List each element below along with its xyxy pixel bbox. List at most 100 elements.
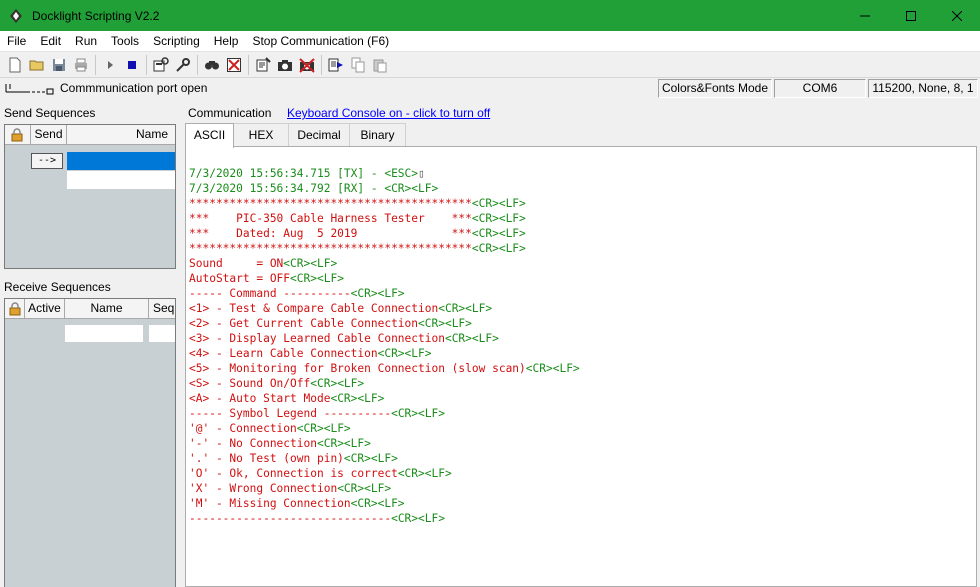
communication-console[interactable]: 7/3/2020 15:56:34.715 [TX] - <ESC>▯ 7/3/2… [185,146,977,587]
menu-file[interactable]: File [0,31,33,51]
edit-script-button[interactable] [252,54,274,76]
tab-binary[interactable]: Binary [349,123,406,147]
console-line: <S> - Sound On/Off<CR><LF> [189,376,976,391]
lock-icon [11,128,23,142]
console-text-segment: 'X' - Wrong Connection [189,482,338,495]
console-text-segment: <CR><LF> [397,467,452,480]
run-script-button[interactable] [325,54,347,76]
port-status-bar: Commmunication port open Colors&Fonts Mo… [0,77,980,98]
console-text-segment: '-' - No Connection [189,437,317,450]
console-text-segment: 7/3/2020 15:56:34.792 [RX] - <CR><LF> [189,182,439,195]
console-line: AutoStart = OFF<CR><LF> [189,271,976,286]
copy-icon [351,57,365,72]
send-sequence-name-empty[interactable] [67,171,175,189]
send-column-header[interactable]: Send [31,125,67,145]
print-button[interactable] [70,54,92,76]
active-column-header[interactable]: Active [25,299,65,319]
name-column-header[interactable]: Name [67,125,175,145]
open-button[interactable] [26,54,48,76]
console-line: ****************************************… [189,241,976,256]
menu-scripting[interactable]: Scripting [146,31,207,51]
console-line: <4> - Learn Cable Connection<CR><LF> [189,346,976,361]
options-button[interactable] [172,54,194,76]
port-settings-button[interactable] [150,54,172,76]
receive-name-column-header[interactable]: Name [65,299,149,319]
menu-run[interactable]: Run [68,31,104,51]
console-text-segment: ****************************************… [189,197,472,210]
sequence-column-header[interactable]: Sequ [149,299,175,319]
save-button[interactable] [48,54,70,76]
tab-ascii[interactable]: ASCII [185,123,234,148]
console-text-segment: <CR><LF> [290,272,344,285]
communication-label: Communication [188,106,272,120]
tab-decimal[interactable]: Decimal [288,123,350,147]
minimize-icon [860,15,870,16]
send-sequence-button[interactable]: --> [31,153,63,169]
maximize-button[interactable] [888,0,934,31]
tab-hex[interactable]: HEX [233,123,289,147]
keyboard-console-link[interactable]: Keyboard Console on - click to turn off [287,106,490,120]
console-line: 'O' - Ok, Connection is correct<CR><LF> [189,466,976,481]
cable-icon [5,84,54,95]
console-text-segment: <CR><LF> [283,257,338,270]
console-text-segment: <CR><LF> [391,512,445,525]
console-line: Sound = ON<CR><LF> [189,256,976,271]
options-icon [176,57,190,72]
stop-button[interactable] [121,54,143,76]
paste-button[interactable] [369,54,391,76]
send-sequences-grid[interactable]: Send Name --> [4,124,176,269]
print-icon [75,58,87,71]
console-text-segment: '.' - No Test (own pin) [189,452,344,465]
clear-button[interactable] [223,54,245,76]
window-title: Docklight Scripting V2.2 [32,8,160,23]
copy-button[interactable] [347,54,369,76]
port-settings-indicator[interactable]: 115200, None, 8, 1 [868,79,978,98]
receive-sequences-grid[interactable]: Active Name Sequ [4,298,176,587]
console-text-segment: <CR><LF> [316,437,371,450]
receive-sequences-label: Receive Sequences [4,280,111,294]
console-line: '@' - Connection<CR><LF> [189,421,976,436]
paste-icon [373,59,387,72]
play-button[interactable] [99,54,121,76]
send-sequence-name-selected[interactable] [67,152,175,170]
console-line: '-' - No Connection<CR><LF> [189,436,976,451]
open-folder-icon [29,60,44,70]
console-text-segment: <CR><LF> [330,392,385,405]
close-button[interactable] [934,0,980,31]
console-text-segment: AutoStart = OFF [189,272,291,285]
menu-stop-communication[interactable]: Stop Communication (F6) [245,31,396,51]
com-port-indicator[interactable]: COM6 [774,79,866,98]
snapshot-button[interactable] [274,54,296,76]
console-text-segment: <5> - Monitoring for Broken Connection (… [189,362,526,375]
receive-sequence-value-empty[interactable] [149,325,175,342]
console-text-segment: <CR><LF> [337,482,392,495]
console-text-segment: <CR><LF> [471,212,526,225]
new-file-button[interactable] [4,54,26,76]
receive-sequence-name-empty[interactable] [65,325,143,342]
console-text-segment: 'M' - Missing Connection [189,497,351,510]
colors-fonts-mode[interactable]: Colors&Fonts Mode [658,79,772,98]
console-text-segment: <S> - Sound On/Off [189,377,311,390]
toolbar-separator [95,54,96,75]
view-tabs: ASCII HEX Decimal Binary [185,123,406,148]
console-text-segment: <CR><LF> [310,377,365,390]
console-line: ------------------------------<CR><LF> [189,511,976,526]
save-icon [53,58,65,71]
menu-edit[interactable]: Edit [33,31,68,51]
console-text-segment: Sound = ON [189,257,284,270]
send-sequences-label: Send Sequences [4,106,96,120]
console-text-segment: *** PIC-350 Cable Harness Tester *** [189,212,472,225]
console-text-segment: <CR><LF> [377,347,432,360]
find-button[interactable] [201,54,223,76]
edit-script-icon [256,56,271,71]
menu-help[interactable]: Help [207,31,246,51]
console-text-segment: ****************************************… [189,242,472,255]
receive-lock-header [5,299,25,319]
find-icon [205,60,219,69]
minimize-button[interactable] [842,0,888,31]
stop-icon [128,60,136,69]
stop-snapshot-button[interactable] [296,54,318,76]
console-text-segment: <1> - Test & Compare Cable Connection [189,302,439,315]
console-text-segment: 'O' - Ok, Connection is correct [189,467,398,480]
menu-tools[interactable]: Tools [104,31,146,51]
